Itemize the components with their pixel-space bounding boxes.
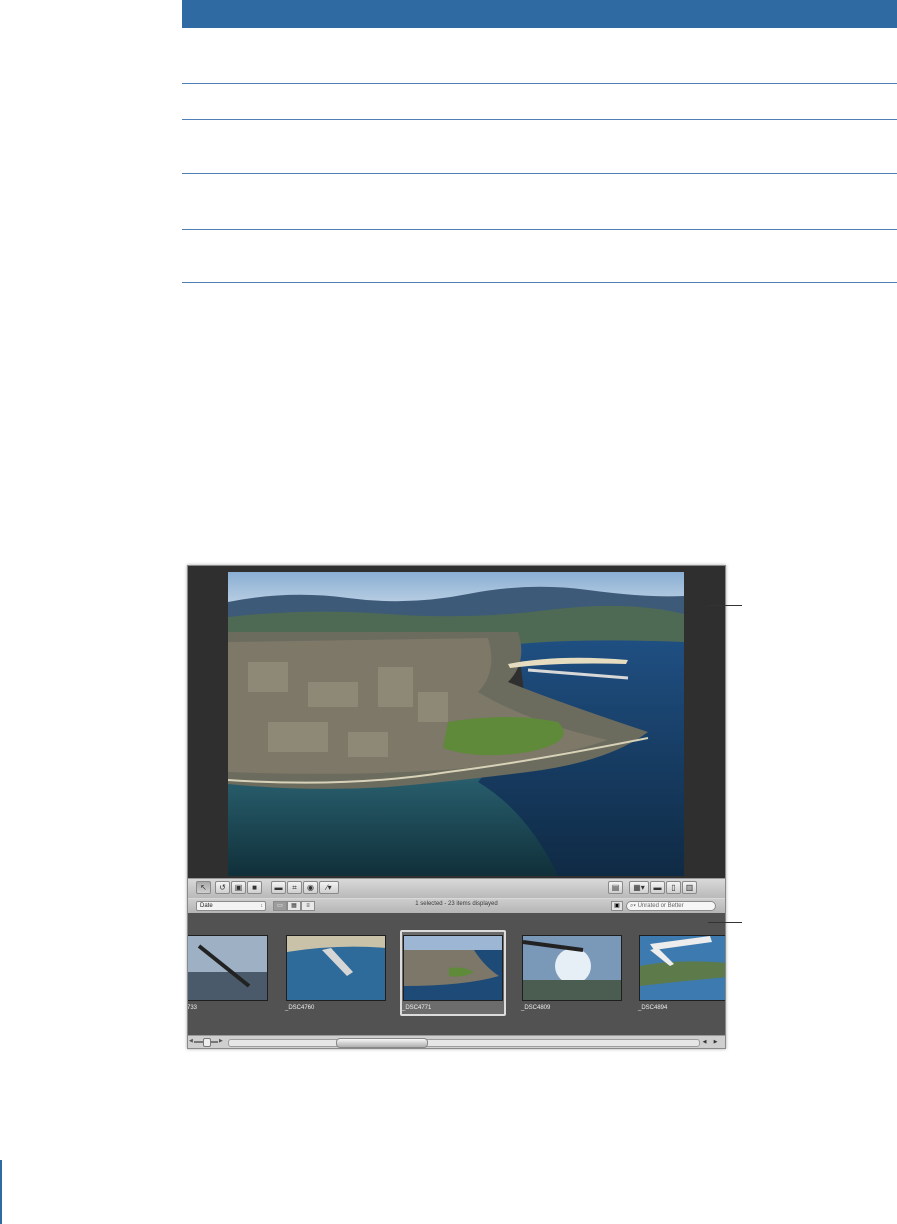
- table-rule: [182, 229, 897, 230]
- thumbnail-label: 733: [188, 1005, 198, 1011]
- thumbnail[interactable]: 733: [188, 935, 268, 1011]
- retouch-brush-icon[interactable]: ∕▾: [319, 881, 339, 894]
- thumbnail-image: [286, 935, 386, 1001]
- filter-placeholder: Unrated or Better: [637, 903, 684, 909]
- aperture-window-screenshot: ↖ ↺ ▣ ■ ▬ ⌗ ◉ ∕▾ ▤ ▦▾ ▬ ▯ ▥ Date ↕ ▭ ▦ ≡…: [187, 565, 726, 1049]
- browser-controls: Date ↕ ▭ ▦ ≡ 1 selected - 23 items displ…: [188, 898, 725, 914]
- thumbnail[interactable]: _DSC4760: [285, 935, 386, 1011]
- rotate-left-icon[interactable]: ↺: [215, 881, 230, 894]
- inspector-icon[interactable]: ▬: [650, 881, 665, 894]
- table-rule: [182, 173, 897, 174]
- search-field[interactable]: ⌕▾ Unrated or Better: [626, 901, 716, 911]
- header-band: [182, 0, 897, 28]
- callout-line-viewer: [708, 605, 742, 606]
- zoom-out-icon[interactable]: ◀: [189, 1038, 193, 1044]
- thumbnail-image: [188, 935, 268, 1001]
- redeye-icon[interactable]: ◉: [303, 881, 318, 894]
- show-images-icon[interactable]: ▦▾: [629, 881, 649, 894]
- lift-stamp-icon[interactable]: ■: [247, 881, 262, 894]
- table-rule: [182, 119, 897, 120]
- scroll-left-icon[interactable]: ◀: [700, 1038, 709, 1046]
- zoom-slider-knob[interactable]: [203, 1038, 211, 1047]
- callout-line-browser: [708, 922, 742, 923]
- filmstrip-icon[interactable]: ▥: [682, 881, 697, 894]
- fullscreen-icon[interactable]: ▤: [608, 881, 623, 894]
- scroll-thumb[interactable]: [336, 1038, 428, 1048]
- thumbnail[interactable]: _DSC4894: [638, 935, 725, 1011]
- table-rule: [182, 83, 897, 84]
- thumbnail-label: _DSC4894: [638, 1005, 668, 1011]
- thumbnail-label: _DSC4771: [402, 1005, 432, 1011]
- crop-icon[interactable]: ⌗: [287, 881, 302, 894]
- pointer-icon[interactable]: ↖: [196, 881, 211, 894]
- viewer-pane: [188, 566, 725, 878]
- thumbnail-image: [403, 935, 503, 1001]
- viewer-icon[interactable]: ▯: [666, 881, 681, 894]
- filter-hud-icon[interactable]: ▣: [611, 901, 623, 911]
- thumbnail-label: _DSC4809: [521, 1005, 551, 1011]
- loupe-icon[interactable]: ▬: [271, 881, 286, 894]
- thumbnail[interactable]: _DSC4809: [521, 935, 622, 1011]
- straighten-icon[interactable]: ▣: [231, 881, 246, 894]
- thumbnail-image: [522, 935, 622, 1001]
- thumbnail-selected[interactable]: _DSC4771: [402, 935, 503, 1011]
- scroll-track[interactable]: [228, 1039, 700, 1047]
- filmstrip-browser: 733 _DSC4760 _DSC4771 _DSC4809 _DSC4894: [188, 913, 725, 1035]
- table-rule: [182, 282, 897, 283]
- thumbnail-image: [639, 935, 725, 1001]
- zoom-in-icon[interactable]: ▶: [219, 1038, 223, 1044]
- page-edge-marker: [0, 1160, 2, 1224]
- toolbar: ↖ ↺ ▣ ■ ▬ ⌗ ◉ ∕▾ ▤ ▦▾ ▬ ▯ ▥: [188, 878, 725, 898]
- scroll-right-icon[interactable]: ▶: [711, 1038, 720, 1046]
- thumbnail-label: _DSC4760: [285, 1005, 315, 1011]
- main-photo[interactable]: [228, 572, 684, 876]
- search-icon: ⌕▾: [630, 903, 636, 909]
- browser-scrollbar: ◀ ▶ ◀ ▶: [188, 1035, 725, 1048]
